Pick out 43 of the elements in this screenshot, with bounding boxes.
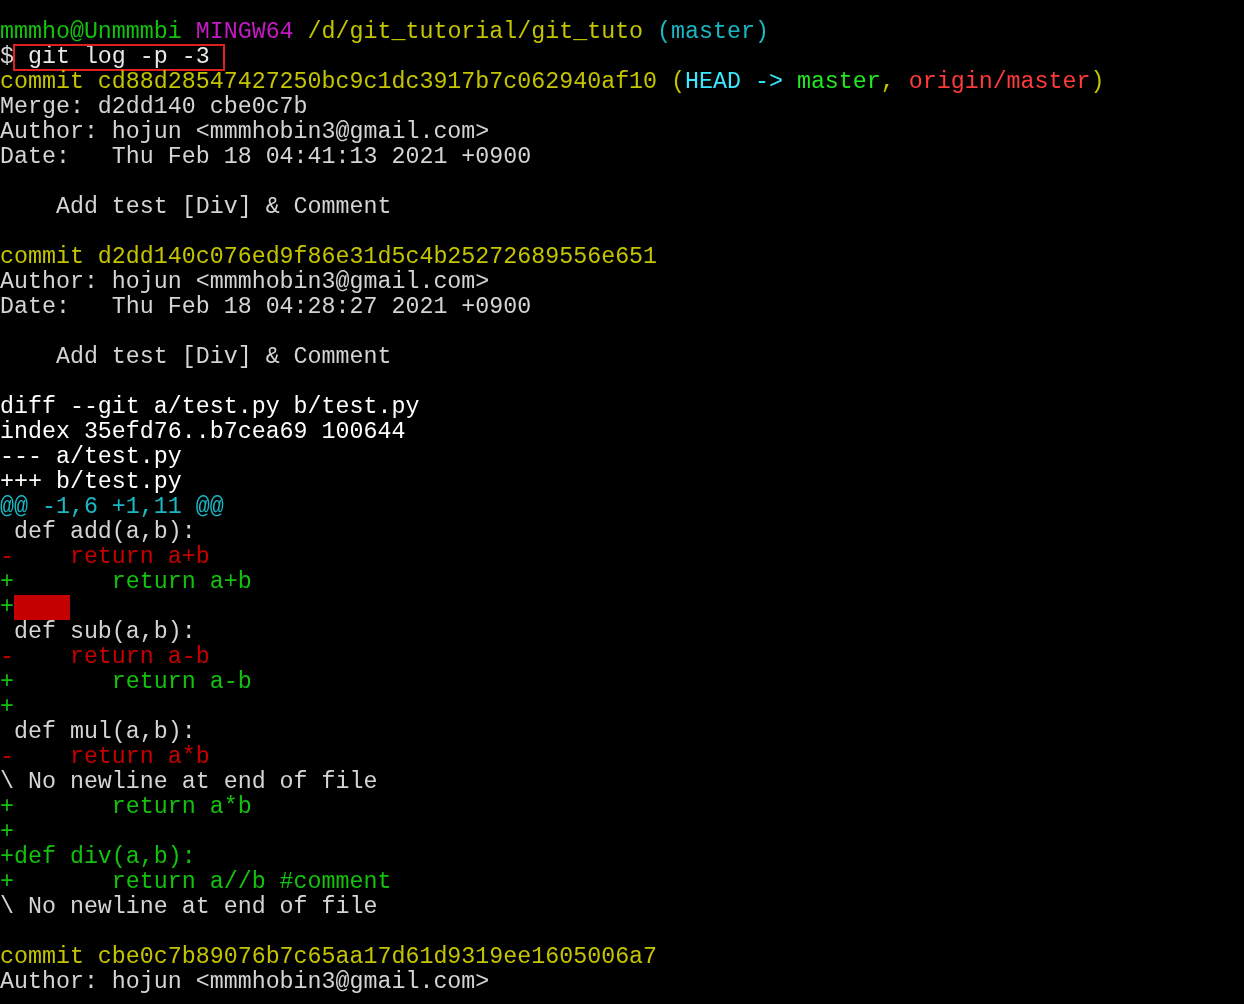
prompt-branch: (master) (656, 20, 769, 45)
prompt-user: mmmho@Unmmmbi (0, 20, 182, 45)
prompt-path: /d/git_tutorial/git_tuto (306, 20, 644, 45)
output-text: def sub(a,b): (12, 620, 196, 645)
output-text: Date: Thu Feb 18 04:28:27 2021 +0900 (0, 295, 532, 320)
output-text: Author: hojun <mmmhobin3@gmail.com> (0, 970, 490, 995)
removed-line: - return a-b (0, 645, 210, 670)
diff-header: +++ b/test.py (0, 470, 182, 495)
diff-header: index 35efd76..b7cea69 100644 (0, 420, 406, 445)
output-text: Date: Thu Feb 18 04:41:13 2021 +0900 (0, 145, 532, 170)
commit-text: commit cd88d28547427250bc9c1dc3917b7c062940af10 ( (0, 70, 686, 95)
commit-text: commit d2dd140c076ed9f86e31d5c4b25272689556e651 (0, 245, 658, 270)
prompt-system: MINGW64 (194, 20, 294, 45)
commit-text: ) (1090, 70, 1105, 95)
added-line: + (0, 595, 14, 620)
commit-text: commit cbe0c7b89076b7c65aa17d61d9319ee1605006a7 (0, 945, 658, 970)
output-text: Add test [Div] & Comment (54, 195, 392, 220)
added-line: + (0, 820, 14, 845)
output-text: \ No newline at end of file (0, 895, 378, 920)
output-text: Author: hojun <mmmhobin3@gmail.com> (0, 270, 490, 295)
added-line: +def div(a,b): (0, 845, 196, 870)
output-text: Merge: d2dd140 cbe0c7b (0, 95, 308, 120)
hunk-header: @@ -1,6 +1,11 @@ (0, 495, 224, 520)
commit-text: , (880, 70, 895, 95)
removed-line: - return a+b (0, 545, 210, 570)
command-text: git log -p -3 (14, 45, 224, 70)
output-text: $ (0, 45, 14, 70)
output-text: Add test [Div] & Comment (54, 345, 392, 370)
output-text: def mul(a,b): (12, 720, 196, 745)
output-text: def add(a,b): (12, 520, 196, 545)
removed-line: - return a*b (0, 745, 210, 770)
output-text: Author: hojun <mmmhobin3@gmail.com> (0, 120, 490, 145)
added-line: + return a+b (0, 570, 252, 595)
added-line: + return a//b #comment (0, 870, 392, 895)
diff-header: --- a/test.py (0, 445, 182, 470)
output-text: \ No newline at end of file (0, 770, 378, 795)
added-line: + return a-b (0, 670, 252, 695)
added-line: + (0, 695, 14, 720)
remote-ref: origin/master (907, 70, 1091, 95)
head-ref: HEAD -> (685, 70, 783, 95)
added-line: + return a*b (0, 795, 252, 820)
diff-header: diff --git a/test.py b/test.py (0, 395, 420, 420)
branch-ref: master (795, 70, 881, 95)
